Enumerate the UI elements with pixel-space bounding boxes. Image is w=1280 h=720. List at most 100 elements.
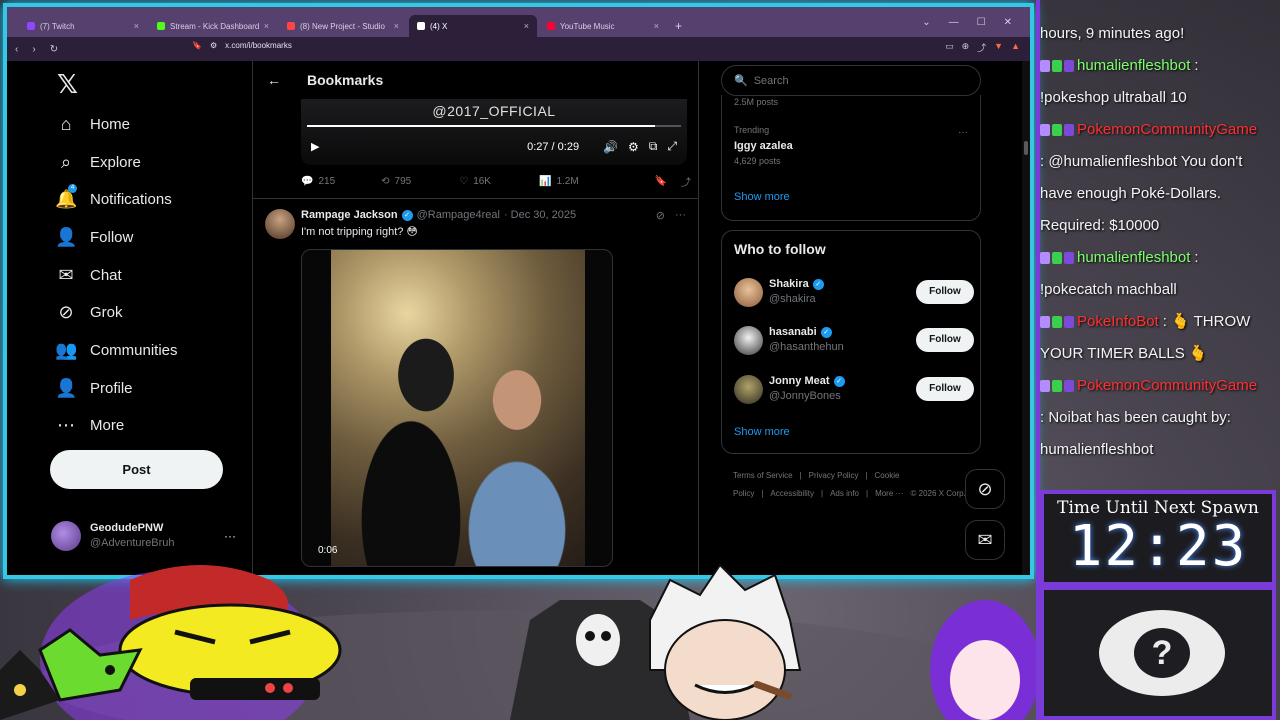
chat-username[interactable]: PokeInfoBot	[1077, 313, 1159, 330]
footer-link[interactable]: More ···	[875, 489, 903, 498]
brave-rewards-icon[interactable]: ▲	[1011, 41, 1020, 54]
nav-item-profile[interactable]: 👤 Profile	[55, 377, 133, 399]
views-icon: 📊	[538, 176, 552, 187]
browser-tab[interactable]: (8) New Project - Studio ×	[279, 15, 407, 37]
tab-close-icon[interactable]: ×	[524, 21, 529, 31]
browser-tab[interactable]: (7) Twitch ×	[19, 15, 147, 37]
play-icon[interactable]: ▶	[311, 140, 319, 153]
back-icon[interactable]: ‹	[15, 44, 18, 55]
tab-close-icon[interactable]: ×	[264, 21, 269, 31]
avatar[interactable]	[265, 209, 295, 239]
avatar[interactable]	[734, 374, 763, 404]
nav-item-explore[interactable]: ⌕ Explore	[55, 151, 141, 173]
follow-button[interactable]: Follow	[916, 280, 974, 304]
pip-icon[interactable]: ⧉	[649, 139, 658, 154]
footer-link[interactable]: Privacy Policy	[809, 471, 859, 480]
show-more-link[interactable]: Show more	[734, 191, 790, 203]
chevron-down-icon[interactable]: ⌄	[922, 17, 930, 28]
suggestion-handle: @JonnyBones	[769, 390, 841, 402]
x-logo-icon[interactable]: 𝕏	[57, 69, 78, 100]
tweet-actions: 💬 215 ⟲ 795 ♡ 16K 📊 1.2M 🔖 ⤴	[301, 174, 691, 189]
split-view-icon[interactable]: ▭	[945, 41, 954, 54]
grok-float-button[interactable]: ⊘	[965, 469, 1005, 509]
maximize-icon[interactable]: ☐	[977, 17, 986, 28]
chat-username[interactable]: humalienfleshbot	[1077, 249, 1190, 266]
nav-item-follow[interactable]: 👤 Follow	[55, 226, 133, 248]
volume-icon[interactable]: 🔊	[603, 140, 618, 154]
repost-button[interactable]: ⟲ 795	[381, 176, 411, 187]
nav-item-communities[interactable]: 👥 Communities	[55, 339, 178, 361]
suggestion-name[interactable]: Jonny Meat	[769, 374, 830, 389]
url-field[interactable]: 🔖 ⚙ x.com/i/bookmarks	[192, 41, 292, 50]
suggestion-name[interactable]: hasanabi	[769, 325, 817, 340]
url-text[interactable]: x.com/i/bookmarks	[225, 41, 292, 50]
more-circle-icon: ⋯	[57, 415, 75, 435]
author-handle[interactable]: @Rampage4real	[417, 209, 500, 221]
video-progress-bar[interactable]	[307, 125, 681, 127]
follow-suggestion[interactable]: Jonny Meat ✓ @JonnyBones Follow	[734, 372, 974, 406]
chat-line: PokemonCommunityGame	[1040, 370, 1276, 402]
forward-icon[interactable]: ›	[32, 44, 35, 55]
footer-link[interactable]: Accessibility	[770, 489, 814, 498]
nav-item-notifications[interactable]: 🔔 4 Notifications	[55, 184, 172, 210]
back-arrow-icon[interactable]: ←	[267, 72, 289, 88]
views-button[interactable]: 📊 1.2M	[539, 176, 579, 187]
avatar[interactable]	[734, 325, 763, 355]
account-switcher[interactable]: GeodudePNW @AdventureBruh ···	[51, 516, 236, 556]
fullscreen-icon[interactable]: ⤢	[667, 139, 677, 154]
settings-icon[interactable]: ⚙	[628, 140, 639, 154]
more-dots-icon[interactable]: ···	[224, 529, 236, 543]
brave-shield-icon[interactable]: ▼	[994, 41, 1003, 54]
nav-item-home[interactable]: ⌂ Home	[55, 113, 130, 135]
share-icon[interactable]: ⤴	[977, 41, 986, 54]
author-name[interactable]: Rampage Jackson	[301, 209, 398, 221]
messages-float-button[interactable]: ✉	[965, 520, 1005, 560]
trend-name[interactable]: Iggy azalea	[734, 140, 793, 152]
minimize-icon[interactable]: —	[949, 17, 959, 28]
tweet[interactable]: Rampage Jackson ✓ @Rampage4real · Dec 30…	[253, 199, 698, 575]
nav-item-chat[interactable]: ✉ Chat	[55, 264, 121, 286]
chat-username[interactable]: humalienfleshbot	[1077, 57, 1190, 74]
tweet-date[interactable]: · Dec 30, 2025	[504, 209, 576, 221]
browser-tab[interactable]: YouTube Music ×	[539, 15, 667, 37]
footer-link[interactable]: Ads info	[830, 489, 859, 498]
avatar[interactable]	[734, 277, 763, 307]
suggestion-name[interactable]: Shakira	[769, 277, 809, 292]
more-dots-icon[interactable]: ···	[958, 127, 968, 138]
view-count: 1.2M	[556, 176, 579, 187]
bookmark-filled-icon[interactable]: 🔖	[655, 176, 667, 187]
follow-button[interactable]: Follow	[916, 328, 974, 352]
video-player[interactable]: 0:06	[301, 249, 613, 567]
more-dots-icon[interactable]: ···	[675, 209, 686, 222]
grok-icon[interactable]: ⊘	[656, 209, 665, 222]
tab-close-icon[interactable]: ×	[134, 21, 139, 31]
chat-username[interactable]: PokemonCommunityGame	[1077, 377, 1257, 394]
footer-link[interactable]: © 2026 X Corp.	[911, 489, 966, 498]
follow-suggestion[interactable]: hasanabi ✓ @hasanthehun Follow	[734, 323, 974, 357]
close-icon[interactable]: ✕	[1004, 17, 1012, 28]
browser-tab[interactable]: (4) X ×	[409, 15, 537, 37]
share-icon[interactable]: ⤴	[681, 174, 691, 189]
bookmark-icon[interactable]: 🔖	[192, 41, 202, 50]
tab-close-icon[interactable]: ×	[654, 21, 659, 31]
search-input[interactable]: 🔍 Search	[721, 65, 981, 96]
nav-item-more[interactable]: ⋯ More	[55, 414, 124, 436]
browser-tab[interactable]: Stream - Kick Dashboard ×	[149, 15, 277, 37]
reload-icon[interactable]: ↻	[50, 44, 58, 55]
new-tab-icon[interactable]: +	[675, 19, 682, 33]
reply-button[interactable]: 💬 215	[301, 176, 335, 187]
site-info-icon[interactable]: ⚙	[210, 41, 217, 50]
post-button[interactable]: Post	[50, 450, 223, 489]
nav-item-grok[interactable]: ⊘ Grok	[55, 301, 122, 323]
chat-username[interactable]: PokemonCommunityGame	[1077, 121, 1257, 138]
nav-item-label: Follow	[90, 228, 134, 246]
follow-suggestion[interactable]: Shakira ✓ @shakira Follow	[734, 275, 974, 309]
zoom-icon[interactable]: ⊕	[962, 41, 970, 54]
like-button[interactable]: ♡ 16K	[459, 176, 491, 187]
scrollbar[interactable]	[1022, 61, 1030, 575]
video-player[interactable]: @2017_OFFICIAL ▶ 0:27 / 0:29 🔊 ⚙ ⧉ ⤢	[301, 99, 687, 165]
follow-button[interactable]: Follow	[916, 377, 974, 401]
tab-close-icon[interactable]: ×	[394, 21, 399, 31]
footer-link[interactable]: Terms of Service	[733, 471, 793, 480]
show-more-link[interactable]: Show more	[734, 426, 790, 438]
